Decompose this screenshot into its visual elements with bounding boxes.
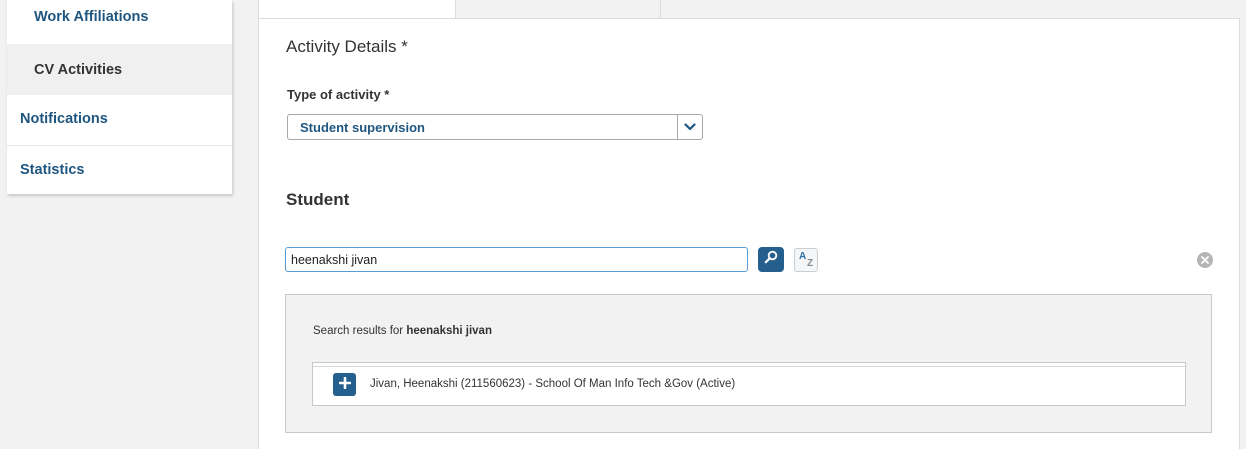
type-of-activity-label: Type of activity * bbox=[287, 87, 390, 102]
magnifier-icon bbox=[764, 250, 778, 269]
sidebar-item-work-affiliations[interactable]: Work Affiliations bbox=[7, 0, 232, 44]
tab-active[interactable] bbox=[258, 0, 456, 19]
sort-az-button[interactable]: AZ bbox=[794, 248, 818, 272]
plus-icon bbox=[338, 376, 351, 394]
tab-inactive[interactable] bbox=[456, 0, 661, 18]
search-button[interactable] bbox=[758, 247, 784, 272]
chevron-down-icon[interactable] bbox=[677, 115, 702, 139]
sidebar-item-statistics[interactable]: Statistics bbox=[7, 145, 232, 194]
results-query: heenakshi jivan bbox=[406, 325, 492, 337]
sidebar-item-notifications[interactable]: Notifications bbox=[7, 95, 232, 145]
close-circle-icon bbox=[1201, 251, 1209, 269]
sidebar-item-label: Statistics bbox=[20, 162, 85, 178]
results-prefix: Search results for bbox=[313, 325, 407, 337]
add-student-button[interactable] bbox=[333, 373, 356, 396]
row-divider bbox=[313, 366, 1185, 367]
tab-strip bbox=[258, 0, 1240, 19]
sidebar-item-cv-activities[interactable]: CV Activities bbox=[7, 44, 232, 95]
student-title: Student bbox=[286, 190, 350, 209]
clear-search-button[interactable] bbox=[1197, 252, 1213, 268]
sidebar-item-label: Notifications bbox=[20, 111, 108, 127]
select-value: Student supervision bbox=[300, 120, 425, 135]
sidebar-item-label: CV Activities bbox=[34, 62, 123, 78]
sidebar-item-label: Work Affiliations bbox=[34, 9, 149, 25]
search-results-heading: Search results for heenakshi jivan bbox=[313, 325, 492, 337]
activity-details-title: Activity Details * bbox=[286, 37, 408, 56]
student-search-input[interactable] bbox=[285, 247, 748, 272]
type-of-activity-select[interactable]: Student supervision bbox=[287, 114, 703, 140]
result-label: Jivan, Heenakshi (211560623) - School Of… bbox=[370, 378, 736, 390]
sidebar-menu: Work Affiliations CV Activities Notifica… bbox=[7, 0, 232, 194]
list-item: Jivan, Heenakshi (211560623) - School Of… bbox=[312, 362, 1186, 406]
